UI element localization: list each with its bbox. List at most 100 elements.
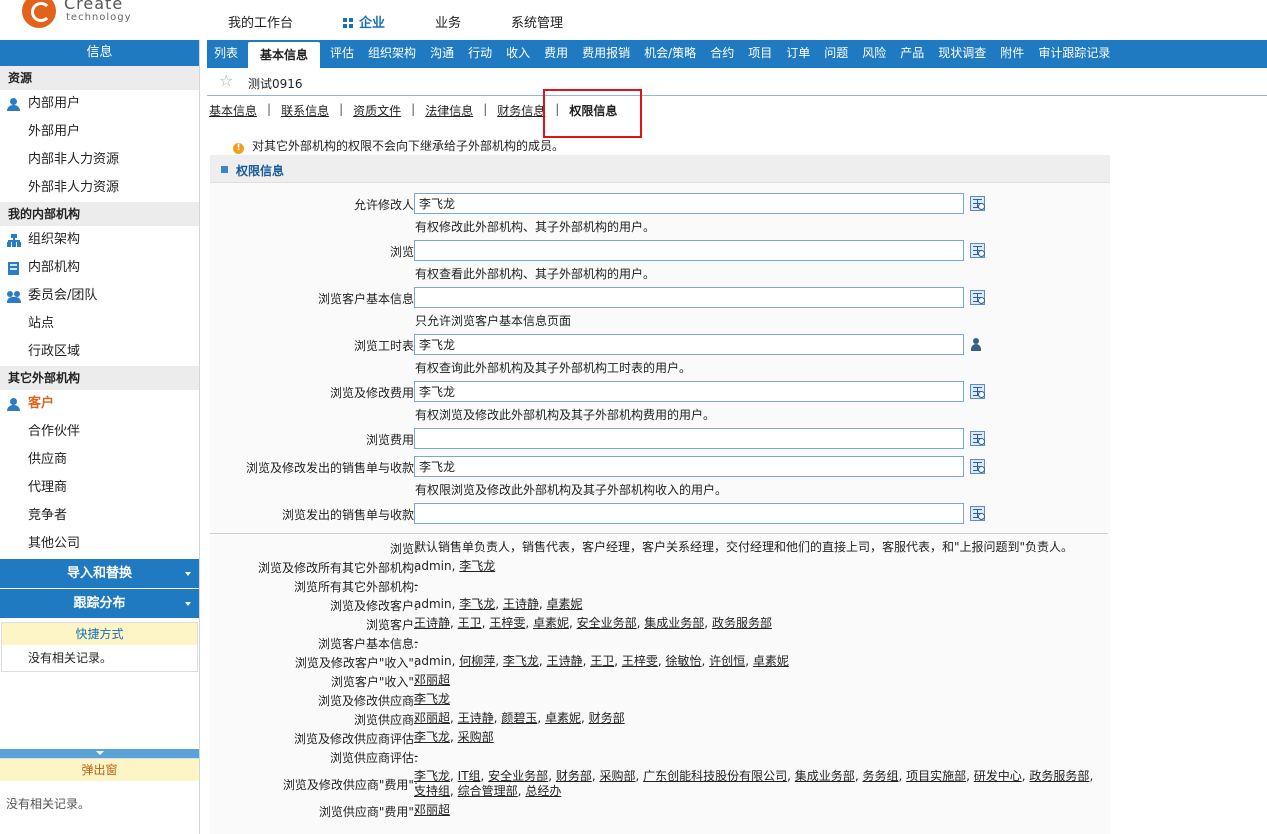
info-link[interactable]: 卓素妮: [753, 654, 789, 668]
info-link[interactable]: 李飞龙: [414, 730, 450, 744]
info-link[interactable]: 李飞龙: [459, 559, 495, 573]
sidebar-item[interactable]: 竞争者: [0, 502, 199, 530]
info-link[interactable]: 王诗静: [547, 654, 583, 668]
info-link[interactable]: 集成业务部: [795, 769, 855, 783]
info-link[interactable]: 李飞龙: [414, 692, 450, 706]
subnav-link[interactable]: 财务信息: [497, 102, 545, 120]
info-link[interactable]: 项目实施部: [906, 769, 966, 783]
permission-input[interactable]: [414, 381, 964, 402]
info-link[interactable]: 卓素妮: [547, 597, 583, 611]
tab-item[interactable]: 附件: [993, 40, 1031, 68]
info-link[interactable]: 综合管理部: [458, 784, 518, 798]
user-picker-icon[interactable]: [970, 506, 985, 521]
subnav-link[interactable]: 法律信息: [425, 102, 473, 120]
tab-item[interactable]: 产品: [893, 40, 931, 68]
info-link[interactable]: IT组: [458, 769, 481, 783]
subnav-link[interactable]: 基本信息: [209, 102, 257, 120]
info-link[interactable]: 卓素妮: [533, 616, 569, 630]
top-nav-item[interactable]: 业务: [435, 12, 461, 31]
info-link[interactable]: 徐敏怡: [666, 654, 702, 668]
info-link[interactable]: 政务服务部: [1029, 769, 1089, 783]
sidebar-item[interactable]: 代理商: [0, 474, 199, 502]
tab-item[interactable]: 费用: [537, 40, 575, 68]
tab-item[interactable]: 费用报销: [575, 40, 637, 68]
tab-item[interactable]: 组织架构: [361, 40, 423, 68]
person-icon[interactable]: [970, 337, 982, 352]
info-link[interactable]: 安全业务部: [488, 769, 548, 783]
tab-item[interactable]: 订单: [779, 40, 817, 68]
info-link[interactable]: 何柳萍: [459, 654, 495, 668]
top-nav-item[interactable]: 我的工作台: [228, 12, 293, 31]
sidebar-item[interactable]: 委员会/团队: [0, 282, 199, 310]
tab-item[interactable]: 问题: [817, 40, 855, 68]
sidebar-item[interactable]: 其他公司: [0, 530, 199, 558]
info-link[interactable]: 政务服务部: [712, 616, 772, 630]
sidebar-item[interactable]: 行政区域: [0, 338, 199, 366]
tab-item[interactable]: 风险: [855, 40, 893, 68]
tab-item[interactable]: 基本信息: [248, 42, 321, 68]
top-nav-item[interactable]: 系统管理: [511, 12, 563, 31]
info-link[interactable]: 采购部: [458, 730, 494, 744]
top-nav-item[interactable]: 企业: [343, 12, 385, 31]
info-link[interactable]: 总经办: [525, 784, 561, 798]
tab-item[interactable]: 评估: [323, 40, 361, 68]
info-link[interactable]: 王梓雯: [489, 616, 525, 630]
tab-item[interactable]: 项目: [741, 40, 779, 68]
info-link[interactable]: 研发中心: [974, 769, 1022, 783]
user-picker-icon[interactable]: [970, 384, 985, 399]
import-replace-button[interactable]: 导入和替换: [0, 558, 199, 588]
sidebar-item[interactable]: 内部机构: [0, 254, 199, 282]
tab-item[interactable]: 机会/策略: [637, 40, 703, 68]
user-picker-icon[interactable]: [970, 243, 985, 258]
info-link[interactable]: 许创恒: [709, 654, 745, 668]
info-link[interactable]: 王梓雯: [622, 654, 658, 668]
sidebar-item[interactable]: 合作伙伴: [0, 418, 199, 446]
permission-input[interactable]: [414, 503, 964, 524]
user-picker-icon[interactable]: [970, 459, 985, 474]
info-link[interactable]: 邓丽超: [414, 711, 450, 725]
tab-item[interactable]: 行动: [461, 40, 499, 68]
info-link[interactable]: 财务部: [589, 711, 625, 725]
permission-input[interactable]: [414, 456, 964, 477]
user-picker-icon[interactable]: [970, 290, 985, 305]
info-link[interactable]: 李飞龙: [414, 769, 450, 783]
info-link[interactable]: 王诗静: [414, 616, 450, 630]
info-link[interactable]: 王诗静: [458, 711, 494, 725]
subnav-link[interactable]: 资质文件: [353, 102, 401, 120]
info-link[interactable]: 颜碧玉: [501, 711, 537, 725]
company-logo[interactable]: Create technology: [20, 0, 140, 36]
info-link[interactable]: 邓丽超: [414, 673, 450, 687]
star-icon[interactable]: ☆: [219, 71, 233, 90]
permission-input[interactable]: [414, 287, 964, 308]
info-link[interactable]: 财务部: [556, 769, 592, 783]
tab-item[interactable]: 现状调查: [931, 40, 993, 68]
info-link[interactable]: 采购部: [599, 769, 635, 783]
info-link[interactable]: 支持组: [414, 784, 450, 798]
subnav-link[interactable]: 联系信息: [281, 102, 329, 120]
sidebar-item[interactable]: 内部用户: [0, 90, 199, 118]
permission-input[interactable]: [414, 428, 964, 449]
sidebar-item[interactable]: 站点: [0, 310, 199, 338]
info-link[interactable]: 安全业务部: [577, 616, 637, 630]
info-link[interactable]: 广东创能科技股份有限公司: [643, 769, 787, 783]
info-link[interactable]: 李飞龙: [503, 654, 539, 668]
info-link[interactable]: 务务组: [862, 769, 898, 783]
permission-input[interactable]: [414, 240, 964, 261]
user-picker-icon[interactable]: [970, 196, 985, 211]
tab-item[interactable]: 合约: [703, 40, 741, 68]
sidebar-splitter[interactable]: [0, 749, 199, 758]
sidebar-item[interactable]: 外部用户: [0, 118, 199, 146]
tab-item[interactable]: 收入: [499, 40, 537, 68]
sidebar-item[interactable]: 内部非人力资源: [0, 146, 199, 174]
info-link[interactable]: 李飞龙: [459, 597, 495, 611]
sidebar-item[interactable]: 客户: [0, 390, 199, 418]
info-link[interactable]: 王卫: [458, 616, 482, 630]
sidebar-item[interactable]: 外部非人力资源: [0, 174, 199, 202]
info-link[interactable]: 邓丽超: [414, 803, 450, 817]
info-link[interactable]: 卓素妮: [545, 711, 581, 725]
sidebar-item[interactable]: 组织架构: [0, 226, 199, 254]
info-link[interactable]: 王诗静: [503, 597, 539, 611]
tab-item[interactable]: 审计跟踪记录: [1031, 40, 1117, 68]
user-picker-icon[interactable]: [970, 431, 985, 446]
info-link[interactable]: 集成业务部: [644, 616, 704, 630]
